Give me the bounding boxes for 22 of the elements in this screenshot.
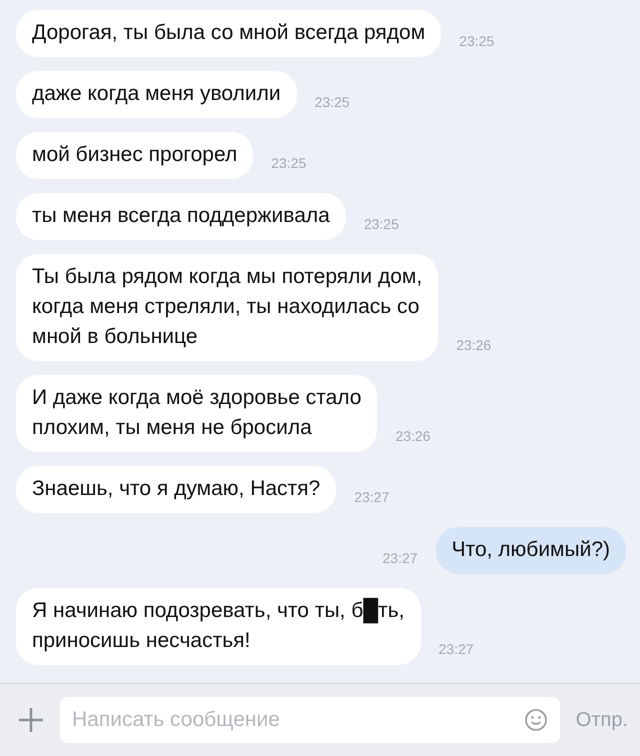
incoming-message: И даже когда моё здоровье стало плохим, ты меня не бросила [16,375,378,452]
plus-icon[interactable] [18,707,44,733]
incoming-message: мой бизнес прогорел [16,132,254,179]
incoming-message: даже когда меня уволили [16,71,297,118]
message-time: 23:25 [271,155,306,171]
smiley-icon[interactable] [524,708,548,732]
message-time: 23:27 [438,641,474,657]
send-button[interactable]: Отпр. [576,708,628,732]
message-time: 23:25 [314,94,350,110]
incoming-message: Знаешь, что я думаю, Настя? [16,466,336,513]
message-time: 23:26 [395,428,430,444]
message-time: 23:27 [354,489,390,505]
message-time: 23:25 [459,33,494,49]
message-time: 23:26 [456,337,492,353]
incoming-message: Ты была рядом когда мы потеряли дом, когда меня стреляли, ты находилась со мной в больнице [16,254,438,361]
message-input[interactable]: Написать сообщение [60,697,560,743]
incoming-message: Дорогая, ты была со мной всегда рядом [16,10,442,57]
message-time: 23:25 [364,216,399,232]
incoming-message: ты меня всегда поддерживала [16,193,346,240]
outgoing-message: Что, любимый?) [436,527,626,574]
incoming-message: Я начинаю подозревать, что ты, б█ть, приносишь несчастья! [16,588,421,665]
message-time: 23:27 [382,550,418,566]
